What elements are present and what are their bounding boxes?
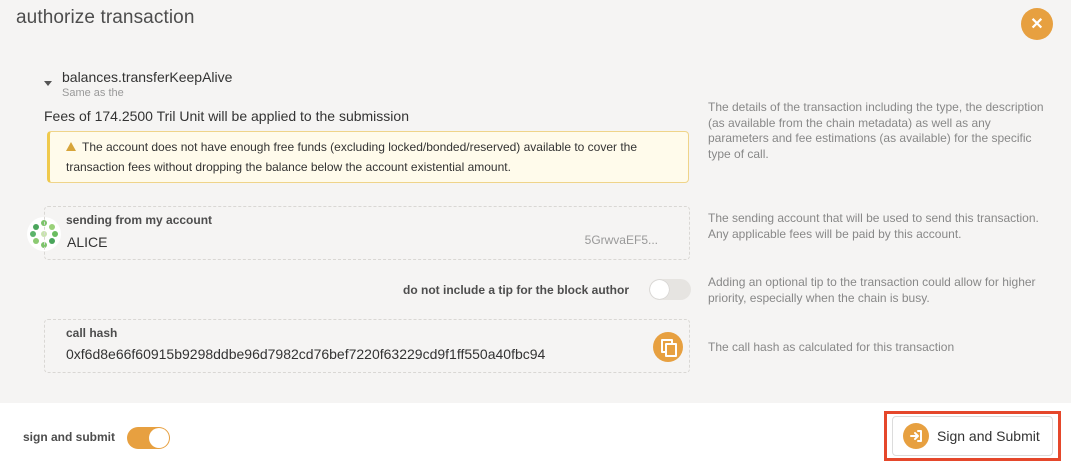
sign-in-icon: [903, 423, 929, 449]
account-address: 5GrwvaEF5...: [584, 233, 658, 247]
close-icon: ✕: [1030, 16, 1044, 33]
account-label: sending from my account: [66, 213, 213, 227]
sign-and-submit-label: sign and submit: [23, 430, 116, 444]
sign-and-submit-label: Sign and Submit: [937, 428, 1040, 444]
copy-button[interactable]: [653, 332, 683, 362]
call-hash-label: call hash: [66, 326, 118, 340]
warning-icon: [66, 142, 76, 151]
call-description: Same as the: [62, 87, 124, 99]
account-help-text: The sending account that will be used to…: [708, 211, 1039, 241]
authorize-transaction-modal: authorize transaction ✕ balances.transfe…: [0, 0, 1071, 466]
modal-title: authorize transaction: [16, 7, 195, 28]
call-details-toggle[interactable]: balances.transferKeepAlive Same as the: [44, 69, 232, 99]
call-hash-field: call hash 0xf6d8e66f60915b9298ddbe96d798…: [44, 319, 690, 373]
account-name: ALICE: [67, 234, 108, 250]
tip-help-text: Adding an optional tip to the transactio…: [708, 275, 1036, 305]
sign-and-submit-button[interactable]: Sign and Submit: [892, 416, 1053, 456]
tip-toggle[interactable]: [649, 279, 691, 300]
fees-text: Fees of 174.2500 Tril Unit will be appli…: [44, 108, 409, 124]
close-button[interactable]: ✕: [1021, 8, 1053, 40]
caret-down-icon: [44, 81, 52, 86]
sign-and-submit-toggle-knob: [149, 428, 169, 448]
call-help-text: The details of the transaction including…: [708, 100, 1044, 161]
sending-account-field[interactable]: sending from my account ALICE 5GrwvaEF5.…: [44, 206, 690, 260]
call-method: balances.transferKeepAlive: [62, 69, 233, 85]
warning-text: The account does not have enough free fu…: [66, 140, 638, 174]
call-hash-help-text: The call hash as calculated for this tra…: [708, 340, 955, 354]
tip-label: do not include a tip for the block autho…: [403, 283, 629, 297]
sign-and-submit-toggle[interactable]: [127, 427, 170, 449]
insufficient-funds-warning: The account does not have enough free fu…: [47, 131, 689, 183]
tip-toggle-knob: [650, 280, 669, 299]
call-hash-value: 0xf6d8e66f60915b9298ddbe96d7982cd76bef72…: [66, 346, 546, 362]
